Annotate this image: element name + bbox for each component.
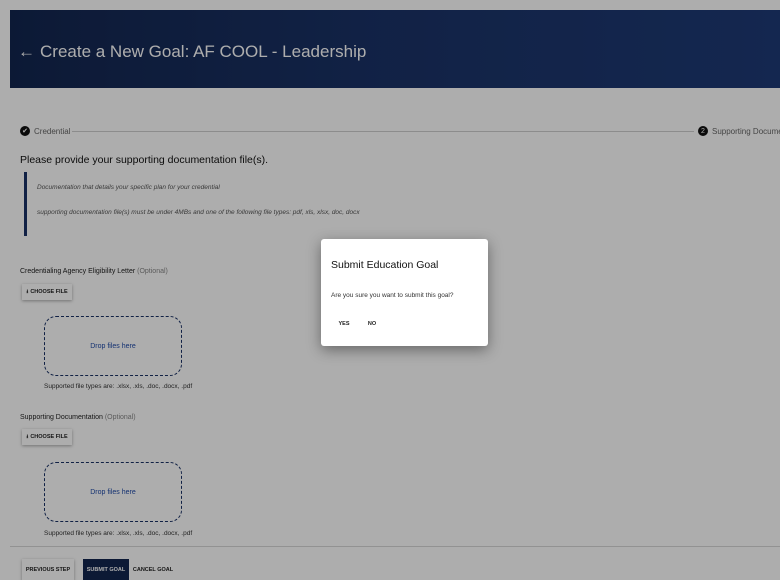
dialog-title: Submit Education Goal bbox=[331, 259, 439, 271]
submit-goal-dialog: Submit Education Goal Are you sure you w… bbox=[321, 239, 488, 346]
dialog-message: Are you sure you want to submit this goa… bbox=[331, 292, 454, 299]
dialog-yes-button[interactable]: YES bbox=[335, 317, 353, 331]
dialog-no-button[interactable]: NO bbox=[365, 317, 379, 331]
